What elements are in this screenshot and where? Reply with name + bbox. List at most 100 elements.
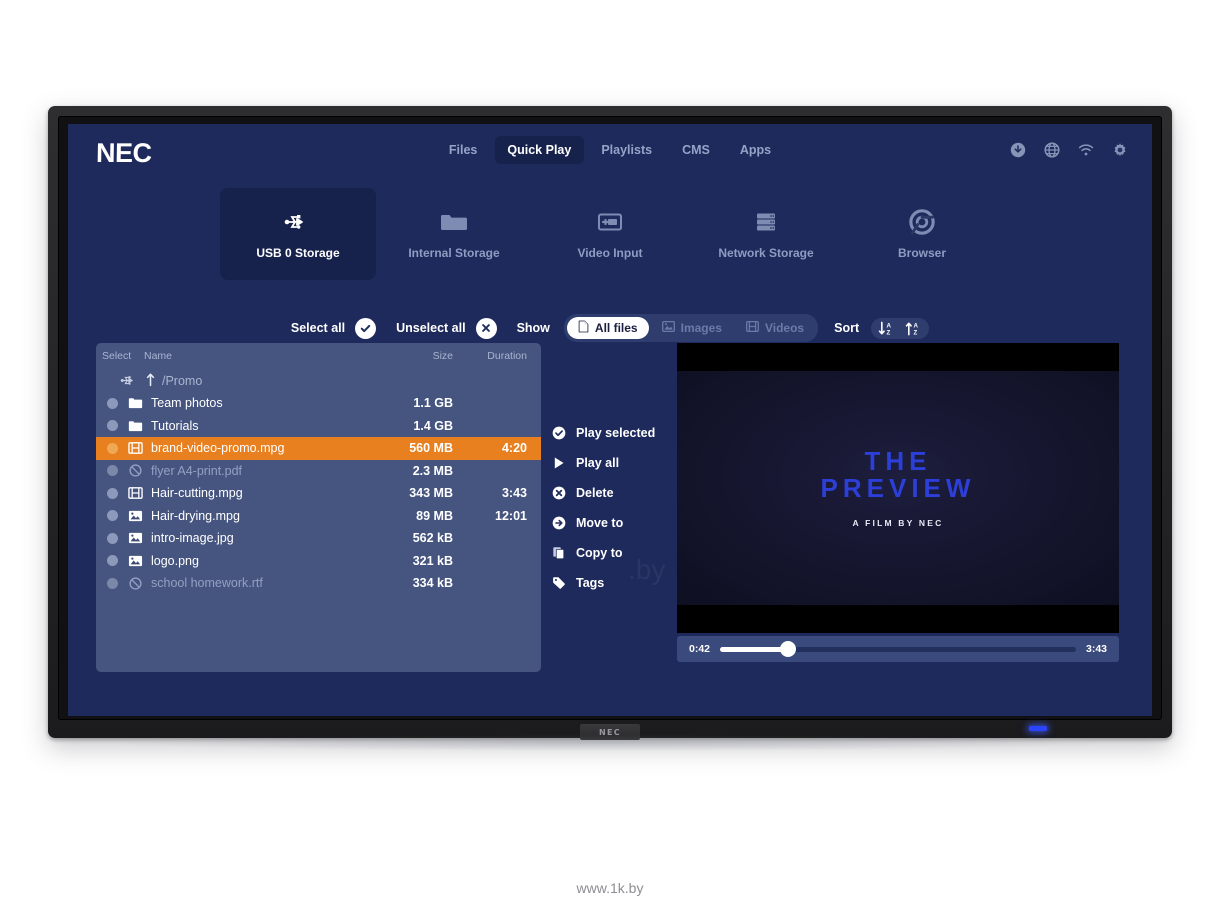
column-header-name: Name bbox=[144, 350, 173, 362]
row-select-dot[interactable] bbox=[107, 510, 118, 522]
preview-panel: THE PREVIEW A FILM BY NEC 0:42 3:43 bbox=[677, 343, 1119, 672]
film-title: THE PREVIEW bbox=[821, 447, 976, 503]
total-time: 3:43 bbox=[1085, 643, 1107, 655]
select-all-label[interactable]: Select all bbox=[291, 321, 345, 335]
breadcrumb-path: /Promo bbox=[162, 374, 203, 388]
row-select-dot[interactable] bbox=[107, 420, 118, 432]
action-copy-to[interactable]: Copy to bbox=[551, 538, 671, 568]
scrub-track[interactable] bbox=[720, 641, 1076, 657]
table-row[interactable]: intro-image.jpg 562 kB bbox=[96, 527, 541, 550]
download-icon[interactable] bbox=[1010, 142, 1026, 158]
source-label: USB 0 Storage bbox=[256, 245, 340, 260]
file-name: intro-image.jpg bbox=[151, 531, 234, 546]
filter-label: Images bbox=[680, 321, 722, 335]
sort-descending-az-icon[interactable]: A Z bbox=[878, 321, 895, 336]
unselect-all-x-icon[interactable] bbox=[475, 317, 497, 339]
source-tile-network-storage[interactable]: Network Storage bbox=[688, 188, 844, 280]
table-row[interactable]: Hair-cutting.mpg 343 MB 3:43 bbox=[96, 482, 541, 505]
film-icon bbox=[746, 320, 759, 335]
scrub-track-fill bbox=[720, 646, 788, 652]
scrub-thumb[interactable] bbox=[779, 641, 796, 657]
action-play-selected[interactable]: Play selected bbox=[551, 418, 671, 448]
nav-item-quick-play[interactable]: Quick Play bbox=[494, 136, 585, 164]
file-size: 334 kB bbox=[412, 576, 453, 591]
sort-label: Sort bbox=[834, 321, 860, 335]
table-row[interactable]: brand-video-promo.mpg 560 MB 4:20 bbox=[96, 437, 541, 460]
table-row[interactable]: Tutorials 1.4 GB bbox=[96, 415, 541, 438]
source-tile-internal-storage[interactable]: Internal Storage bbox=[376, 188, 532, 280]
video-player[interactable]: THE PREVIEW A FILM BY NEC bbox=[677, 343, 1119, 633]
action-label: Play all bbox=[576, 456, 620, 470]
row-select-dot[interactable] bbox=[107, 442, 118, 454]
blocked-icon bbox=[128, 576, 144, 590]
nav-item-playlists[interactable]: Playlists bbox=[588, 136, 665, 164]
usb-icon bbox=[284, 209, 312, 235]
image-icon bbox=[128, 554, 144, 568]
server-icon bbox=[751, 209, 781, 235]
svg-text:Z: Z bbox=[887, 329, 891, 335]
source-label: Network Storage bbox=[718, 245, 814, 260]
blocked-icon bbox=[128, 464, 144, 478]
play-icon bbox=[551, 456, 566, 471]
action-label: Copy to bbox=[576, 546, 623, 560]
film-subtitle: A FILM BY NEC bbox=[852, 518, 944, 529]
arrow-up-icon[interactable] bbox=[146, 372, 155, 391]
table-row[interactable]: Team photos 1.1 GB bbox=[96, 392, 541, 415]
browser-icon bbox=[909, 208, 935, 235]
file-list-panel[interactable]: Select Name Size Duration /Promo Team ph… bbox=[96, 343, 541, 672]
action-tags[interactable]: Tags bbox=[551, 568, 671, 598]
file-duration: 12:01 bbox=[495, 508, 527, 523]
row-select-dot bbox=[107, 577, 118, 589]
action-label: Move to bbox=[576, 516, 624, 530]
action-label: Delete bbox=[576, 486, 614, 500]
nav-item-files[interactable]: Files bbox=[436, 136, 491, 164]
column-header-select: Select bbox=[102, 350, 132, 362]
select-all-check-icon[interactable] bbox=[355, 317, 377, 339]
action-label: Play selected bbox=[576, 426, 656, 440]
image-icon bbox=[661, 320, 675, 335]
file-size: 1.1 GB bbox=[413, 396, 453, 411]
row-select-dot[interactable] bbox=[107, 555, 118, 567]
svg-text:A: A bbox=[914, 322, 919, 329]
breadcrumb[interactable]: /Promo bbox=[96, 370, 541, 392]
unselect-all-label[interactable]: Unselect all bbox=[396, 321, 465, 335]
action-play-all[interactable]: Play all bbox=[551, 448, 671, 478]
nec-display-device: .by NEC Files Quick Play Playlists CMS A… bbox=[48, 106, 1172, 740]
source-tile-usb-0-storage[interactable]: USB 0 Storage bbox=[220, 188, 376, 280]
action-move-to[interactable]: Move to bbox=[551, 508, 671, 538]
table-row: school homework.rtf 334 kB bbox=[96, 572, 541, 595]
file-toolbar: Select all Unselect all Show All files I… bbox=[68, 314, 1152, 342]
file-duration: 3:43 bbox=[501, 486, 527, 501]
file-size: 562 kB bbox=[412, 531, 453, 546]
nav-item-cms[interactable]: CMS bbox=[669, 136, 723, 164]
app-header: NEC Files Quick Play Playlists CMS Apps bbox=[68, 124, 1152, 182]
file-size: 2.3 MB bbox=[412, 463, 453, 478]
image-icon bbox=[128, 531, 144, 545]
file-size: 1.4 GB bbox=[413, 418, 453, 433]
table-row[interactable]: logo.png 321 kB bbox=[96, 550, 541, 573]
svg-text:A: A bbox=[887, 322, 892, 329]
filter-all-files[interactable]: All files bbox=[566, 317, 649, 339]
check-circle-icon bbox=[551, 426, 566, 441]
source-label: Browser bbox=[897, 245, 947, 260]
column-header-duration: Duration bbox=[487, 350, 527, 362]
action-delete[interactable]: Delete bbox=[551, 478, 671, 508]
source-tile-browser[interactable]: Browser bbox=[844, 188, 1000, 280]
filter-images[interactable]: Images bbox=[651, 318, 733, 338]
row-select-dot[interactable] bbox=[107, 487, 118, 499]
globe-icon[interactable] bbox=[1044, 142, 1060, 158]
x-circle-icon bbox=[551, 486, 566, 501]
gear-icon[interactable] bbox=[1112, 142, 1128, 158]
nav-item-apps[interactable]: Apps bbox=[727, 136, 784, 164]
source-tile-video-input[interactable]: Video Input bbox=[532, 188, 688, 280]
row-select-dot[interactable] bbox=[107, 397, 118, 409]
filter-videos[interactable]: Videos bbox=[735, 318, 815, 338]
playback-scrubber[interactable]: 0:42 3:43 bbox=[677, 636, 1119, 662]
table-row[interactable]: Hair-drying.mpg 89 MB 12:01 bbox=[96, 505, 541, 528]
file-list-header: Select Name Size Duration bbox=[96, 343, 541, 366]
wifi-icon[interactable] bbox=[1078, 142, 1094, 158]
file-name: school homework.rtf bbox=[151, 576, 263, 591]
row-select-dot[interactable] bbox=[107, 532, 118, 544]
folder-icon bbox=[128, 396, 144, 410]
sort-ascending-az-icon[interactable]: A Z bbox=[905, 321, 922, 336]
